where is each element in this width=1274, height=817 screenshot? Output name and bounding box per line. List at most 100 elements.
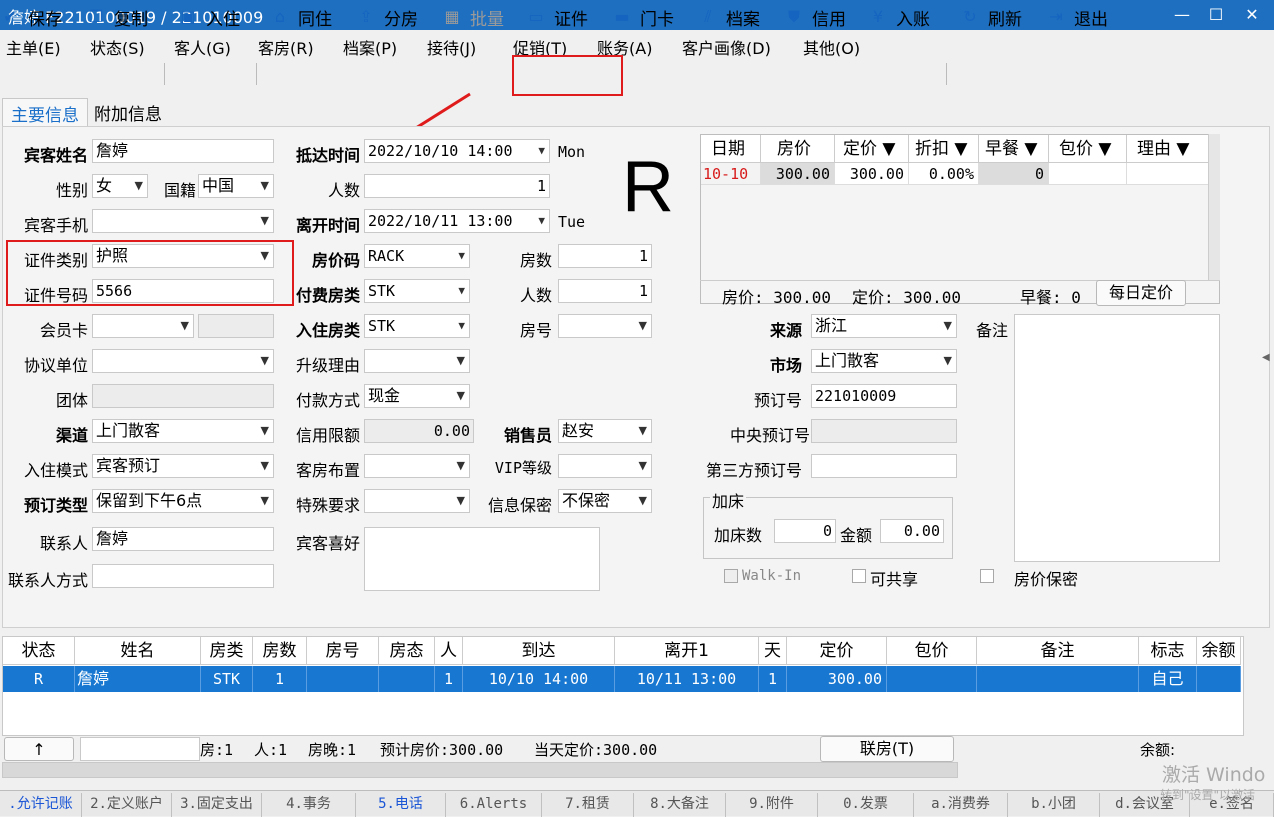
grid-header[interactable]: 房数	[253, 637, 307, 665]
upgrade-select[interactable]: ▼	[364, 349, 470, 373]
rate-header-rate[interactable]: 房价	[761, 135, 835, 163]
grid-header[interactable]: 余额	[1197, 637, 1241, 665]
preference-textarea[interactable]	[364, 527, 600, 591]
menu-profile[interactable]: 客户画像(D)	[682, 35, 771, 59]
room-type-select[interactable]: STK ▼	[364, 314, 470, 338]
maximize-button[interactable]: ☐	[1204, 3, 1228, 27]
checkin-mode-select[interactable]: 宾客预订 ▼	[92, 454, 274, 478]
checkin-button[interactable]: ▣ 入住	[178, 4, 240, 30]
booking-no-input[interactable]: 221010009	[811, 384, 957, 408]
shareable-checkbox[interactable]	[852, 569, 866, 583]
rate-header-breakfast[interactable]: 早餐 ▼	[979, 135, 1049, 163]
grid-header[interactable]: 离开1	[615, 637, 759, 665]
persons-input[interactable]: 1	[364, 174, 550, 198]
channel-select[interactable]: 上门散客 ▼	[92, 419, 274, 443]
daily-rate-button[interactable]: 每日定价	[1096, 280, 1186, 306]
third-no-input[interactable]	[811, 454, 957, 478]
menu-room[interactable]: 客房(R)	[258, 35, 314, 59]
tab-phone[interactable]: 5.电话	[356, 793, 446, 817]
grid-header[interactable]: 定价	[787, 637, 887, 665]
grid-header[interactable]: 到达	[463, 637, 615, 665]
search-input[interactable]	[80, 737, 200, 761]
link-room-button[interactable]: 联房(T)	[820, 736, 954, 762]
room-card-button[interactable]: ▬ 门卡	[612, 4, 674, 30]
grid-header[interactable]: 房号	[307, 637, 379, 665]
save-button[interactable]: ✔ 保存	[0, 4, 62, 30]
rate-header-discount[interactable]: 折扣 ▼	[909, 135, 979, 163]
special-select[interactable]: ▼	[364, 489, 470, 513]
tab-big-remark[interactable]: 8.大备注	[634, 793, 726, 817]
tab-invoice[interactable]: 0.发票	[818, 793, 914, 817]
vip-select[interactable]: ▼	[558, 454, 652, 478]
refresh-button[interactable]: ↻ 刷新	[960, 4, 1022, 30]
menu-guest[interactable]: 客人(G)	[174, 35, 231, 59]
extra-bed-count-input[interactable]: 0	[774, 519, 836, 543]
privacy-select[interactable]: 不保密 ▼	[558, 489, 652, 513]
rate-cell-date[interactable]: 10-10	[701, 163, 761, 185]
sales-select[interactable]: 赵安 ▼	[558, 419, 652, 443]
guest-name-input[interactable]: 詹婷	[92, 139, 274, 163]
booking-type-select[interactable]: 保留到下午6点 ▼	[92, 489, 274, 513]
archive-button[interactable]: ⫽ 档案	[698, 4, 760, 30]
collapse-arrow-icon[interactable]: ◀	[1262, 352, 1270, 363]
grid-header[interactable]: 房态	[379, 637, 435, 665]
tab-affairs[interactable]: 4.事务	[262, 793, 356, 817]
grid-header[interactable]: 状态	[3, 637, 75, 665]
source-select[interactable]: 浙江 ▼	[811, 314, 957, 338]
rate-cell-reason[interactable]	[1127, 163, 1209, 185]
copy-button[interactable]: ❐ 复制	[86, 4, 148, 30]
pay-method-select[interactable]: 现金 ▼	[364, 384, 470, 408]
tab-rental[interactable]: 7.租赁	[542, 793, 634, 817]
rate-cell-rate[interactable]: 300.00	[761, 163, 835, 185]
tab-alerts[interactable]: 6.Alerts	[446, 793, 542, 817]
phone-select[interactable]: ▼	[92, 209, 274, 233]
close-button[interactable]: ✕	[1240, 3, 1264, 27]
gender-select[interactable]: 女 ▼	[92, 174, 148, 198]
horizontal-scrollbar[interactable]	[2, 762, 958, 778]
extra-bed-amount-input[interactable]: 0.00	[880, 519, 944, 543]
minimize-button[interactable]: —	[1170, 3, 1194, 27]
post-button[interactable]: ¥ 入账	[868, 4, 930, 30]
member-card-select[interactable]: ▼	[92, 314, 194, 338]
tab-main-info[interactable]: 主要信息	[2, 98, 88, 126]
tab-voucher[interactable]: a.消费券	[914, 793, 1008, 817]
split-room-button[interactable]: ⇪ 分房	[356, 4, 418, 30]
move-up-button[interactable]: ↑	[4, 737, 74, 761]
grid-header[interactable]: 备注	[977, 637, 1139, 665]
rate-secret-checkbox[interactable]	[980, 569, 994, 583]
tab-extra-info[interactable]: 附加信息	[86, 98, 170, 126]
rate-cell-package[interactable]	[1049, 163, 1127, 185]
same-room-button[interactable]: ⌂ 同住	[270, 4, 332, 30]
departure-picker[interactable]: 2022/10/11 13:00 ▼	[364, 209, 550, 233]
rate-grid-scrollbar[interactable]	[1208, 134, 1220, 280]
grid-header[interactable]: 人	[435, 637, 463, 665]
walkin-checkbox[interactable]	[724, 569, 738, 583]
menu-other[interactable]: 其他(O)	[803, 35, 860, 59]
contact-input[interactable]: 詹婷	[92, 527, 274, 551]
menu-status[interactable]: 状态(S)	[90, 35, 145, 59]
rate-cell-discount[interactable]: 0.00%	[909, 163, 979, 185]
tab-fixed-expense[interactable]: 3.固定支出	[172, 793, 262, 817]
tab-define-account[interactable]: 2.定义账户	[82, 793, 172, 817]
menu-reception[interactable]: 接待(J)	[427, 35, 476, 59]
rate-cell-breakfast[interactable]: 0	[979, 163, 1049, 185]
id-card-button[interactable]: ▭ 证件	[526, 4, 588, 30]
grid-header[interactable]: 标志	[1139, 637, 1197, 665]
nationality-select[interactable]: 中国 ▼	[198, 174, 274, 198]
grid-header[interactable]: 姓名	[75, 637, 201, 665]
rooms-input[interactable]: 1	[558, 244, 652, 268]
rate-cell-fixed[interactable]: 300.00	[835, 163, 909, 185]
layout-select[interactable]: ▼	[364, 454, 470, 478]
tab-allow-posting[interactable]: .允许记账	[0, 793, 82, 817]
contact-method-input[interactable]	[92, 564, 274, 588]
rate-code-select[interactable]: RACK ▼	[364, 244, 470, 268]
rate-header-reason[interactable]: 理由 ▼	[1127, 135, 1209, 163]
agreement-select[interactable]: ▼	[92, 349, 274, 373]
credit-button[interactable]: ⛊ 信用	[784, 4, 846, 30]
menu-archive[interactable]: 档案(P)	[343, 35, 397, 59]
grid-header[interactable]: 包价	[887, 637, 977, 665]
batch-button[interactable]: ▦ 批量	[442, 4, 504, 30]
room-no-select[interactable]: ▼	[558, 314, 652, 338]
exit-button[interactable]: ⇥ 退出	[1046, 4, 1108, 30]
tab-attachment[interactable]: 9.附件	[726, 793, 818, 817]
